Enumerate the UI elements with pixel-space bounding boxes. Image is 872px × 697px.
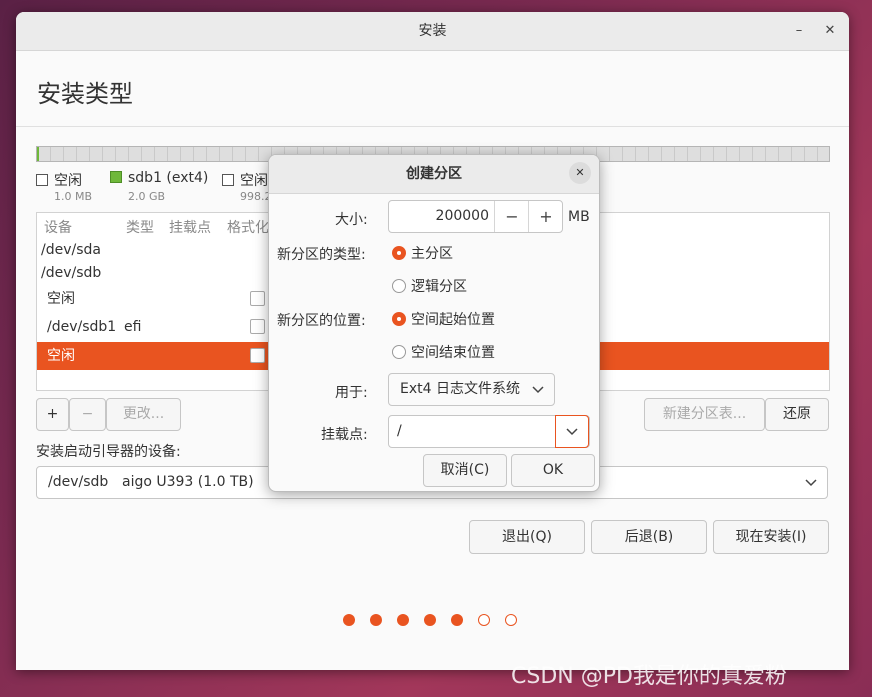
back-button[interactable]: 后退(B)	[591, 520, 707, 554]
radio-unselected-icon	[392, 345, 406, 359]
progress-dot	[343, 614, 355, 626]
radio-label: 空间起始位置	[411, 312, 495, 328]
legend-size: 1.0 MB	[54, 190, 93, 203]
radio-label: 逻辑分区	[411, 279, 467, 295]
minimize-button[interactable]: –	[786, 12, 812, 50]
divider	[16, 126, 849, 127]
radio-logical[interactable]: 逻辑分区	[392, 279, 467, 295]
titlebar: 安装 – ✕	[16, 12, 849, 51]
legend-item: sdb1 (ext4) 2.0 GB	[110, 170, 209, 203]
new-partition-table-button[interactable]: 新建分区表...	[644, 398, 765, 431]
column-header-type[interactable]: 类型	[126, 217, 154, 237]
size-label: 大小:	[335, 212, 368, 228]
progress-dot	[478, 614, 490, 626]
format-checkbox[interactable]	[250, 319, 265, 334]
partition-position-label: 新分区的位置:	[277, 313, 366, 329]
dialog-title: 创建分区	[269, 155, 599, 194]
page-title: 安装类型	[37, 80, 133, 108]
dialog-close-button[interactable]: ✕	[569, 162, 591, 184]
radio-primary[interactable]: 主分区	[392, 246, 453, 262]
column-header-mount[interactable]: 挂载点	[169, 217, 211, 237]
remove-partition-button[interactable]: −	[69, 398, 106, 431]
legend-swatch	[222, 174, 234, 186]
progress-dot	[397, 614, 409, 626]
legend-swatch	[110, 171, 122, 183]
row-type: efi	[124, 319, 142, 335]
quit-button[interactable]: 退出(Q)	[469, 520, 585, 554]
row-device: 空闲	[47, 291, 75, 307]
progress-dot	[370, 614, 382, 626]
ok-button[interactable]: OK	[511, 454, 595, 487]
legend-item: 空闲 1.0 MB	[36, 170, 92, 203]
create-partition-dialog: 创建分区 ✕ 大小: 200000 − + MB 新分区的类型: 主分区 逻辑分…	[268, 154, 600, 492]
format-checkbox[interactable]	[250, 348, 265, 363]
radio-selected-icon	[392, 312, 406, 326]
filesystem-value: Ext4 日志文件系统	[400, 381, 520, 397]
filesystem-select[interactable]: Ext4 日志文件系统	[388, 373, 555, 406]
size-decrement-button[interactable]: −	[494, 201, 529, 232]
radio-position-end[interactable]: 空间结束位置	[392, 345, 495, 361]
bootloader-device-desc: aigo U393 (1.0 TB)	[122, 474, 254, 490]
row-device: 空闲	[47, 348, 75, 364]
size-spinbox[interactable]: 200000 − +	[388, 200, 563, 233]
radio-selected-icon	[392, 246, 406, 260]
size-increment-button[interactable]: +	[528, 201, 563, 232]
chevron-down-icon	[532, 374, 544, 417]
legend-label: sdb1 (ext4)	[128, 170, 209, 186]
partition-type-label: 新分区的类型:	[277, 247, 366, 263]
cancel-button[interactable]: 取消(C)	[423, 454, 507, 487]
radio-position-begin[interactable]: 空间起始位置	[392, 312, 495, 328]
row-device: /dev/sdb1	[47, 319, 117, 335]
watermark: CSDN @PD我是你的真爱粉	[511, 664, 787, 689]
legend-label: 空闲	[240, 173, 268, 189]
mount-point-input[interactable]: /	[397, 423, 402, 439]
mount-point-combo[interactable]: /	[388, 415, 590, 448]
add-partition-button[interactable]: +	[36, 398, 69, 431]
partition-bar-ext4-segment	[37, 147, 39, 161]
change-partition-button[interactable]: 更改...	[106, 398, 181, 431]
progress-dot	[451, 614, 463, 626]
legend-size: 2.0 GB	[128, 190, 166, 203]
window-title: 安装	[418, 23, 447, 39]
install-now-button[interactable]: 现在安装(I)	[713, 520, 829, 554]
size-unit: MB	[568, 209, 590, 225]
legend-swatch	[36, 174, 48, 186]
bootloader-label: 安装启动引导器的设备:	[36, 444, 181, 460]
row-device: /dev/sdb	[41, 265, 102, 281]
format-checkbox[interactable]	[250, 291, 265, 306]
mount-point-label: 挂载点:	[321, 427, 368, 443]
radio-unselected-icon	[392, 279, 406, 293]
progress-dot	[424, 614, 436, 626]
bootloader-device: /dev/sdb	[48, 474, 109, 490]
radio-label: 主分区	[411, 246, 453, 262]
size-input[interactable]: 200000	[389, 201, 489, 232]
chevron-down-icon	[566, 428, 578, 436]
use-as-label: 用于:	[335, 385, 368, 401]
column-header-format[interactable]: 格式化	[227, 217, 269, 237]
legend-size: 998.2	[240, 190, 272, 203]
progress-dot	[505, 614, 517, 626]
column-header-device[interactable]: 设备	[44, 217, 72, 237]
chevron-down-icon	[805, 467, 817, 510]
close-button[interactable]: ✕	[817, 12, 843, 50]
legend-item: 空闲 998.2	[222, 170, 272, 203]
mount-point-dropdown-button[interactable]	[555, 415, 589, 448]
revert-button[interactable]: 还原	[765, 398, 829, 431]
legend-label: 空闲	[54, 173, 82, 189]
radio-label: 空间结束位置	[411, 345, 495, 361]
